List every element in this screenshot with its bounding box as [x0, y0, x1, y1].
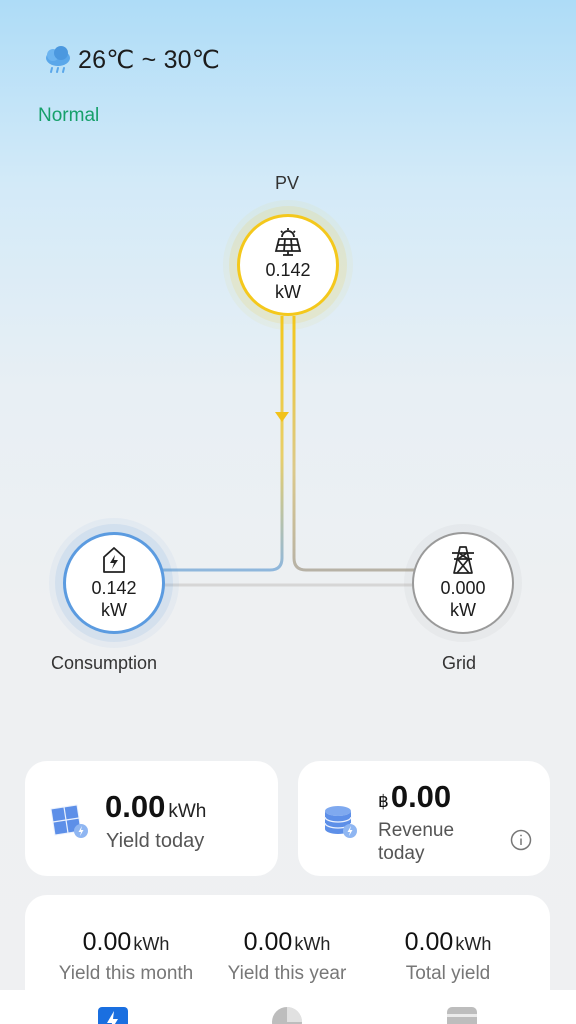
coins-icon — [324, 806, 357, 838]
bottom-tab-bar — [0, 990, 576, 1024]
yield-today-value: 0.00 — [105, 789, 166, 824]
flow-arrow — [275, 412, 289, 422]
yield-month-value: 0.00 — [82, 928, 132, 956]
yield-year-unit: kWh — [294, 934, 331, 954]
yield-year-value: 0.00 — [243, 928, 293, 956]
grid-unit: kW — [450, 600, 476, 620]
pv-to-consumption-line — [163, 316, 284, 572]
pie-chart-icon — [272, 1007, 302, 1024]
device-icon — [447, 1007, 477, 1024]
tab-overview[interactable] — [97, 1006, 129, 1024]
tab-statistics[interactable] — [271, 1006, 303, 1024]
pv-value: 0.142 — [265, 260, 311, 280]
pv-unit: kW — [275, 282, 301, 302]
yield-year-stat[interactable]: 0.00 kWh Yield this year — [221, 928, 353, 985]
consumption-node[interactable]: 0.142 kW — [63, 532, 165, 634]
total-yield-stat[interactable]: 0.00 kWh Total yield — [393, 928, 503, 985]
yield-today-value-wrap: 0.00 kWh — [105, 789, 206, 825]
currency-symbol: ฿ — [378, 792, 389, 811]
grid-value: 0.000 — [440, 578, 486, 598]
revenue-today-card[interactable]: ฿0.00 Revenue today — [298, 761, 550, 876]
yield-year-label: Yield this year — [227, 963, 347, 984]
solar-panel-icon — [274, 228, 302, 256]
yield-today-card[interactable]: 0.00 kWh Yield today — [25, 761, 278, 876]
tab-devices[interactable] — [446, 1006, 478, 1024]
revenue-today-value-wrap: ฿0.00 — [378, 779, 451, 815]
consumption-value: 0.142 — [91, 578, 137, 598]
consumption-unit: kW — [101, 600, 127, 620]
home-power-icon — [103, 547, 125, 573]
grid-label: Grid — [442, 653, 477, 673]
grid-node[interactable]: 0.000 kW — [412, 532, 514, 634]
yield-stats-card: 0.00 kWh Yield this month 0.00 kWh Yield t… — [25, 895, 550, 1005]
power-tower-icon — [452, 546, 474, 574]
consumption-label: Consumption — [51, 653, 158, 673]
lightning-icon — [98, 1007, 128, 1024]
yield-month-label: Yield this month — [58, 963, 194, 984]
yield-month-unit: kWh — [133, 934, 170, 954]
yield-today-unit: kWh — [168, 801, 207, 822]
pv-to-grid-line — [292, 316, 414, 572]
revenue-today-value: 0.00 — [390, 779, 452, 814]
yield-today-label: Yield today — [106, 830, 205, 852]
revenue-today-label: Revenue today — [378, 820, 455, 864]
pv-node[interactable]: 0.142 kW — [237, 214, 339, 316]
solar-panel-icon — [50, 804, 88, 838]
total-yield-label: Total yield — [405, 963, 491, 984]
total-yield-value: 0.00 — [404, 928, 454, 956]
info-icon[interactable] — [510, 829, 532, 851]
pv-label: PV — [275, 173, 300, 193]
yield-month-stat[interactable]: 0.00 kWh Yield this month — [51, 928, 201, 985]
total-yield-unit: kWh — [455, 934, 492, 954]
